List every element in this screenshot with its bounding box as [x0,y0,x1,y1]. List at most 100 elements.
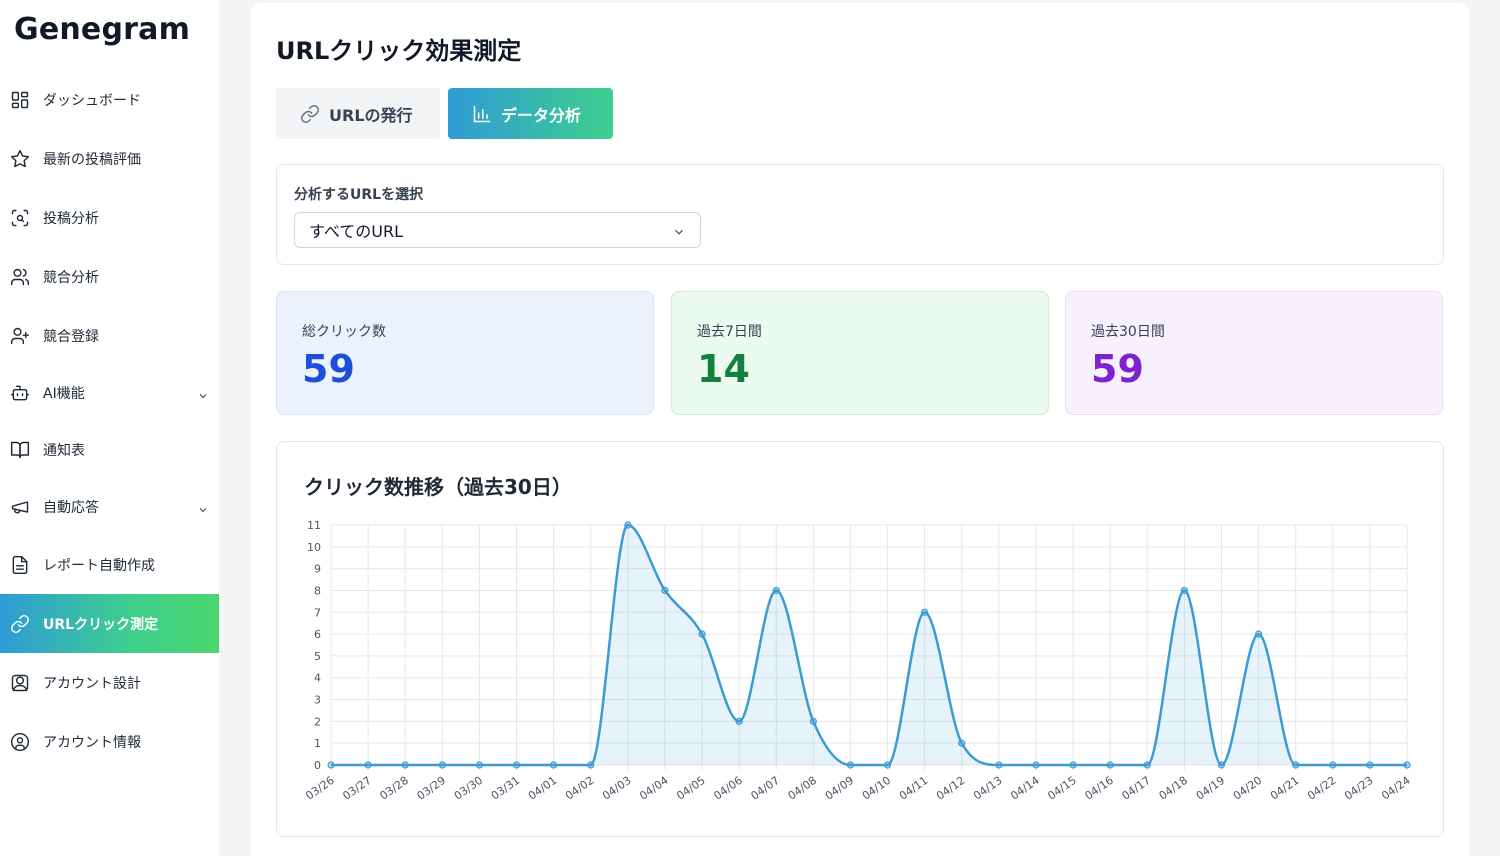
sidebar-item-post-analysis[interactable]: 投稿分析 [0,188,219,247]
sidebar-item-label: 最新の投稿評価 [43,151,141,168]
sidebar-item-account-design[interactable]: アカウント設計 [0,653,219,712]
y-tick-label: 5 [314,650,321,663]
chevron-down-icon[interactable] [197,501,209,513]
series-area-fill [331,525,1407,765]
x-tick-label: 04/08 [786,774,819,803]
sidebar-item-label: レポート自動作成 [43,557,155,574]
sidebar-item-ai-features[interactable]: AI機能 [0,365,219,421]
sidebar-item-auto-reply[interactable]: 自動応答 [0,479,219,535]
stat-label: 過去30日間 [1091,324,1165,340]
user-pin-icon [10,673,30,693]
data-point [921,608,929,616]
data-point [1032,761,1040,769]
robot-icon [10,383,30,403]
data-point [1403,761,1411,769]
users-icon [10,267,30,287]
main-panel: URLクリック効果測定 URLの発行 データ分析 分析するURLを選択 すべての… [251,3,1469,856]
stat-card-last-30-days: 過去30日間 59 [1065,291,1443,415]
data-point [512,761,521,769]
dashboard-grid-icon [10,90,30,110]
x-tick-label: 04/12 [934,774,967,803]
x-tick-label: 04/13 [971,774,1004,803]
x-tick-label: 04/16 [1082,774,1115,803]
x-tick-label: 04/19 [1194,774,1227,803]
y-tick-label: 4 [314,672,321,685]
stat-card-last-7-days: 過去7日間 14 [671,291,1049,415]
url-select-value: すべてのURL [309,222,403,241]
click-trend-chart-card: クリック数推移（過去30日） 0 1 2 3 4 5 6 7 8 9 10 11 03/26 03/27 0… [276,441,1444,837]
x-tick-label: 03/30 [452,774,485,803]
sidebar-item-label: AI機能 [43,386,85,402]
y-tick-label: 0 [314,759,321,772]
chevron-down-icon [672,224,686,238]
x-tick-label: 04/04 [637,774,670,803]
y-tick-label: 3 [314,694,321,707]
sidebar-item-notification-table[interactable]: 通知表 [0,421,219,479]
sidebar-item-auto-report[interactable]: レポート自動作成 [0,535,219,594]
x-tick-label: 03/26 [303,774,336,803]
sidebar-item-label: 投稿分析 [43,210,99,227]
book-open-icon [10,440,30,460]
x-tick-label: 04/03 [600,774,633,803]
data-point [772,586,780,595]
tab-data-analysis[interactable]: データ分析 [448,88,613,139]
y-tick-label: 9 [314,563,321,576]
scan-search-icon [10,208,30,228]
data-point [438,761,446,769]
x-tick-label: 04/24 [1379,774,1412,803]
sidebar-item-label: 競合登録 [43,328,99,345]
data-point [1366,761,1374,769]
x-tick-label: 04/17 [1120,774,1153,803]
url-select-label: 分析するURLを選択 [294,187,424,203]
sidebar-item-label: URLクリック測定 [43,616,159,633]
x-tick-label: 04/20 [1231,774,1264,803]
x-tick-label: 03/27 [340,774,373,803]
data-point [883,761,892,769]
star-icon [10,149,30,169]
chevron-down-icon[interactable] [197,387,209,399]
sidebar-item-label: アカウント設計 [43,675,141,692]
y-tick-label: 11 [307,519,321,532]
sidebar-item-label: ダッシュボード [43,92,141,109]
x-tick-label: 04/09 [823,774,856,803]
sidebar-item-competitor-register[interactable]: 競合登録 [0,306,219,365]
data-point [587,761,595,769]
x-tick-label: 04/23 [1342,774,1375,803]
data-point [401,761,409,769]
tab-bar: URLの発行 データ分析 [276,88,613,139]
tab-url-issue[interactable]: URLの発行 [276,88,440,139]
x-tick-label: 03/31 [489,774,522,803]
x-tick-label: 04/18 [1157,774,1190,803]
x-tick-label: 03/28 [378,774,411,803]
sidebar-item-latest-post-rating[interactable]: 最新の投稿評価 [0,129,219,188]
file-text-icon [10,555,30,575]
x-tick-label: 04/22 [1305,774,1338,803]
stat-value: 59 [1091,347,1144,391]
url-select[interactable]: すべてのURL [294,212,701,248]
data-point [1106,761,1114,769]
stat-value: 14 [697,347,750,391]
x-tick-label: 04/15 [1045,774,1078,803]
sidebar-item-url-click[interactable]: URLクリック測定 [0,594,219,653]
bar-chart-icon [473,105,491,122]
click-trend-chart: 0123456789101103/26 03/27 03/28 03/29 03/30 0… [303,519,1412,803]
tab-label: データ分析 [501,105,582,125]
stat-label: 総クリック数 [302,324,386,340]
x-tick-label: 04/07 [749,774,782,803]
data-point [1069,761,1077,769]
sidebar-item-account-info[interactable]: アカウント情報 [0,712,219,771]
sidebar-item-label: 通知表 [43,443,85,459]
sidebar-nav: ダッシュボード 最新の投稿評価 投稿分析 競合分析 競合登録 AI機能 通知表 [0,70,219,771]
x-tick-label: 04/06 [711,774,744,803]
link-icon [10,614,30,634]
y-tick-label: 2 [314,715,321,728]
app-logo[interactable]: Genegram [14,12,190,47]
sidebar-item-dashboard[interactable]: ダッシュボード [0,70,219,129]
data-point [364,761,372,769]
sidebar-item-label: 競合分析 [43,269,99,286]
data-point [809,717,817,725]
sidebar-item-competitor-analysis[interactable]: 競合分析 [0,247,219,306]
data-point [1329,761,1337,769]
tab-label: URLの発行 [329,105,413,125]
x-tick-label: 04/14 [1008,774,1041,803]
